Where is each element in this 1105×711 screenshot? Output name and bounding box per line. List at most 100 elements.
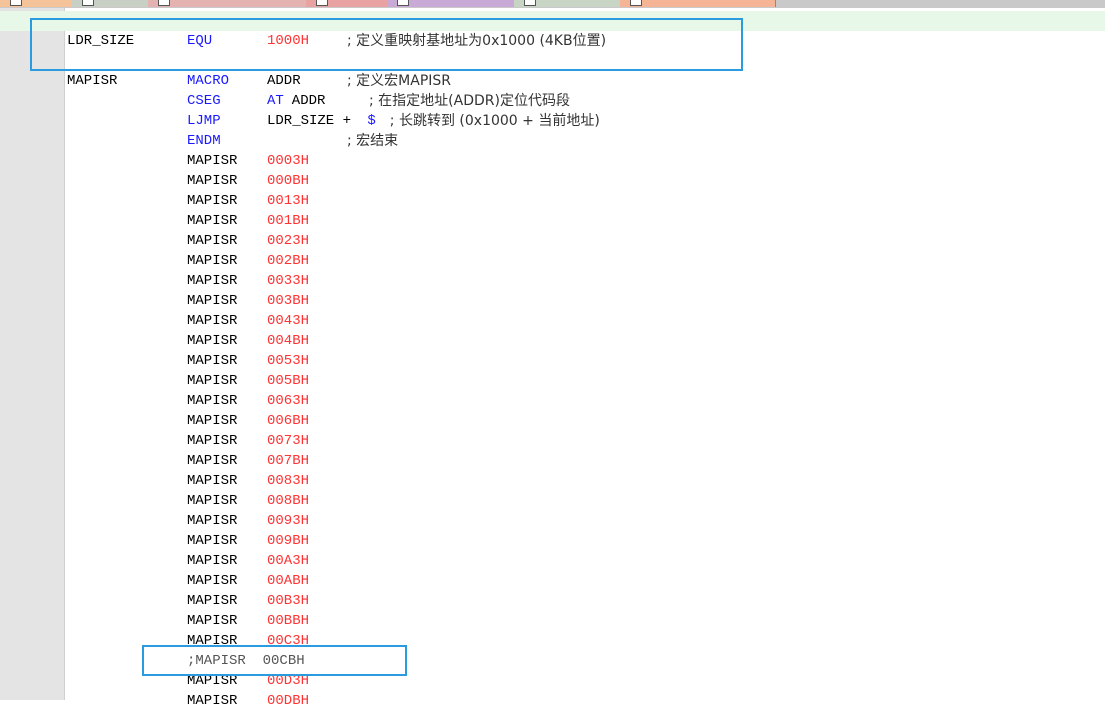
code-mnemonic: MAPISR <box>187 573 238 589</box>
code-mnemonic: MAPISR <box>187 553 238 569</box>
code-line[interactable]: ENDM ; 宏结束 <box>0 131 1105 151</box>
code-line[interactable]: MAPISR 005BH <box>0 371 1105 391</box>
code-operand: 0023H <box>267 233 310 249</box>
code-operand: 0073H <box>267 433 310 449</box>
code-mnemonic: MAPISR <box>187 253 238 269</box>
file-icon <box>10 0 22 6</box>
code-line[interactable]: MAPISR 006BH <box>0 411 1105 431</box>
code-mnemonic: MAPISR <box>187 493 238 509</box>
code-operand: 0053H <box>267 353 310 369</box>
file-tab[interactable] <box>72 0 149 7</box>
code-mnemonic: MAPISR <box>187 433 238 449</box>
code-operand: 005BH <box>267 373 310 389</box>
code-mnemonic: MAPISR <box>187 613 238 629</box>
code-mnemonic: MAPISR <box>187 693 238 709</box>
code-line[interactable]: MAPISR 0013H <box>0 191 1105 211</box>
file-tab[interactable] <box>387 0 515 7</box>
code-comment: ; 宏结束 <box>347 133 399 149</box>
code-line[interactable]: CSEG AT ADDR ; 在指定地址(ADDR)定位代码段 <box>0 91 1105 111</box>
file-icon <box>630 0 642 6</box>
code-line[interactable]: MAPISR 00BBH <box>0 611 1105 631</box>
code-mnemonic: MAPISR <box>187 593 238 609</box>
code-line[interactable]: MAPISR 0073H <box>0 431 1105 451</box>
code-mnemonic: MAPISR <box>187 273 238 289</box>
file-tab[interactable] <box>148 0 380 7</box>
code-comment: ; 定义宏MAPISR <box>347 73 452 89</box>
file-tab[interactable] <box>0 0 73 7</box>
file-icon <box>524 0 536 6</box>
code-operand: 002BH <box>267 253 310 269</box>
code-line[interactable]: LJMP LDR_SIZE + $ ; 长跳转到 (0x1000 + 当前地址) <box>0 111 1105 131</box>
code-line[interactable]: MAPISR 000BH <box>0 171 1105 191</box>
file-tab[interactable] <box>514 0 621 7</box>
code-line[interactable]: MAPISR 00A3H <box>0 551 1105 571</box>
file-icon <box>158 0 170 6</box>
code-editor[interactable]: LDR_SIZE EQU 1000H; 定义重映射基地址为0x1000 (4KB位置… <box>0 11 1105 711</box>
code-line[interactable]: MAPISR 001BH <box>0 211 1105 231</box>
code-line[interactable]: MAPISR 00ABH <box>0 571 1105 591</box>
code-operand: 0033H <box>267 273 310 289</box>
code-line[interactable]: MAPISR 007BH <box>0 451 1105 471</box>
code-operand: 008BH <box>267 493 310 509</box>
code-operand: 000BH <box>267 173 310 189</box>
code-operand: 0043H <box>267 313 310 329</box>
code-operand: 0093H <box>267 513 310 529</box>
code-line[interactable]: MAPISR 00B3H <box>0 591 1105 611</box>
code-mnemonic: MAPISR <box>187 373 238 389</box>
code-line[interactable]: MAPISR 003BH <box>0 291 1105 311</box>
code-operand: ADDR <box>291 93 326 109</box>
code-mnemonic: MAPISR <box>187 313 238 329</box>
code-operand: 00DBH <box>267 693 310 709</box>
code-operand: 0013H <box>267 193 310 209</box>
code-line[interactable]: MAPISR 0023H <box>0 231 1105 251</box>
code-line[interactable]: MAPISR 00DBH <box>0 691 1105 711</box>
code-operand: 007BH <box>267 453 310 469</box>
code-operand: 00ABH <box>267 573 310 589</box>
code-mnemonic: MAPISR <box>187 153 238 169</box>
code-line[interactable]: MAPISR 0083H <box>0 471 1105 491</box>
code-line[interactable]: MAPISR MACRO ADDR ; 定义宏MAPISR <box>0 71 1105 91</box>
code-operand: 0063H <box>267 393 310 409</box>
code-mnemonic: MAPISR <box>187 413 238 429</box>
code-mnemonic: MAPISR <box>187 513 238 529</box>
code-mnemonic: MAPISR <box>187 453 238 469</box>
code-line[interactable]: MAPISR 0063H <box>0 391 1105 411</box>
code-operand: 0003H <box>267 153 310 169</box>
code-mnemonic: MAPISR <box>187 213 238 229</box>
code-line[interactable]: MAPISR 008BH <box>0 491 1105 511</box>
code-mnemonic: MAPISR <box>187 533 238 549</box>
code-mnemonic: CSEG <box>187 93 221 109</box>
code-label: MAPISR <box>67 73 118 89</box>
code-mnemonic: MAPISR <box>187 393 238 409</box>
code-operand: 00BBH <box>267 613 310 629</box>
file-tab[interactable] <box>306 0 388 7</box>
code-line[interactable]: MAPISR 004BH <box>0 331 1105 351</box>
highlight-box-commented-line <box>142 645 407 676</box>
code-mnemonic: MAPISR <box>187 473 238 489</box>
code-operand: 004BH <box>267 333 310 349</box>
file-tab[interactable] <box>620 0 776 7</box>
code-operand: 00B3H <box>267 593 310 609</box>
code-line[interactable]: MAPISR 0033H <box>0 271 1105 291</box>
code-mnemonic: MAPISR <box>187 333 238 349</box>
code-mnemonic: MAPISR <box>187 193 238 209</box>
code-line[interactable]: MAPISR 009BH <box>0 531 1105 551</box>
code-operand: 003BH <box>267 293 310 309</box>
code-mnemonic: MAPISR <box>187 353 238 369</box>
code-mnemonic: MACRO <box>187 73 230 89</box>
code-line[interactable]: MAPISR 002BH <box>0 251 1105 271</box>
code-operand: 009BH <box>267 533 310 549</box>
code-mnemonic: MAPISR <box>187 233 238 249</box>
file-icon <box>316 0 328 6</box>
code-operand: LDR_SIZE + <box>267 113 360 129</box>
code-mnemonic: LJMP <box>187 113 221 129</box>
code-line[interactable]: MAPISR 0003H <box>0 151 1105 171</box>
code-operand: 006BH <box>267 413 310 429</box>
code-line[interactable]: MAPISR 0043H <box>0 311 1105 331</box>
code-operand: ADDR <box>267 73 301 89</box>
code-line[interactable]: MAPISR 0093H <box>0 511 1105 531</box>
code-line[interactable]: MAPISR 0053H <box>0 351 1105 371</box>
code-mnemonic: MAPISR <box>187 293 238 309</box>
file-icon <box>397 0 409 6</box>
code-comment: ; 在指定地址(ADDR)定位代码段 <box>369 93 570 109</box>
